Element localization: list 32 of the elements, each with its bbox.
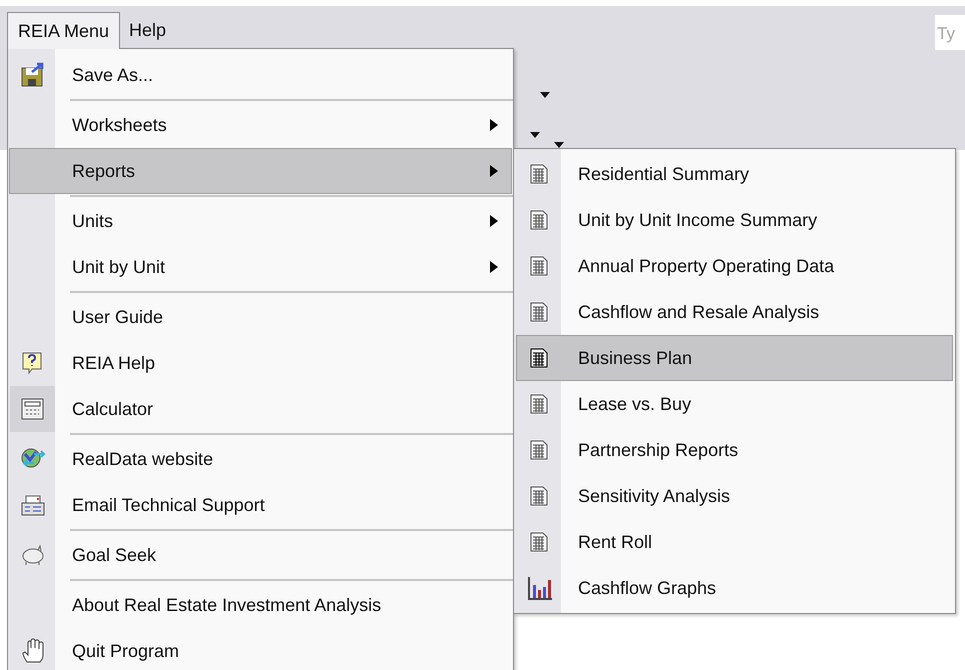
save-icon xyxy=(20,62,46,88)
menu-item[interactable]: Goal Seek xyxy=(9,532,512,578)
menu-item[interactable]: Save As... xyxy=(9,52,512,98)
submenu-item[interactable]: Reports xyxy=(9,148,512,194)
menu-item[interactable]: About Real Estate Investment Analysis xyxy=(9,582,512,628)
menu-item[interactable]: Cashflow Graphs xyxy=(516,565,953,611)
menu-item[interactable]: Unit by Unit Income Summary xyxy=(516,197,953,243)
submenu-item[interactable]: Units xyxy=(9,198,512,244)
caret-icon xyxy=(540,92,550,98)
menu-item[interactable]: Partnership Reports xyxy=(516,427,953,473)
bar-chart-icon xyxy=(526,575,552,601)
menu-item[interactable]: REIA Help xyxy=(9,340,512,386)
menu-bar-item[interactable]: Help xyxy=(120,12,176,49)
menu-item[interactable]: Rent Roll xyxy=(516,519,953,565)
hand-icon xyxy=(20,638,46,664)
calculator-icon xyxy=(20,396,46,422)
menu-item[interactable]: Calculator xyxy=(9,386,512,432)
menu-item[interactable]: Residential Summary xyxy=(516,151,953,197)
piggy-bank-icon xyxy=(20,542,46,568)
menu-bar-item[interactable]: REIA Menu xyxy=(7,12,120,49)
menu-item[interactable]: Quit Program xyxy=(9,628,512,670)
caret-icon xyxy=(530,132,540,138)
submenu-item[interactable]: Worksheets xyxy=(9,102,512,148)
menu-item[interactable]: Sensitivity Analysis xyxy=(516,473,953,519)
menu-item[interactable]: Email Technical Support xyxy=(9,482,512,528)
menu-item[interactable]: Lease vs. Buy xyxy=(516,381,953,427)
menu-item[interactable]: User Guide xyxy=(9,294,512,340)
menu-item[interactable]: Cashflow and Resale Analysis xyxy=(516,289,953,335)
submenu-item[interactable]: Unit by Unit xyxy=(9,244,512,290)
menu-item[interactable]: RealData website xyxy=(9,436,512,482)
menu-item[interactable]: Business Plan xyxy=(516,335,953,381)
menu-item[interactable]: Annual Property Operating Data xyxy=(516,243,953,289)
